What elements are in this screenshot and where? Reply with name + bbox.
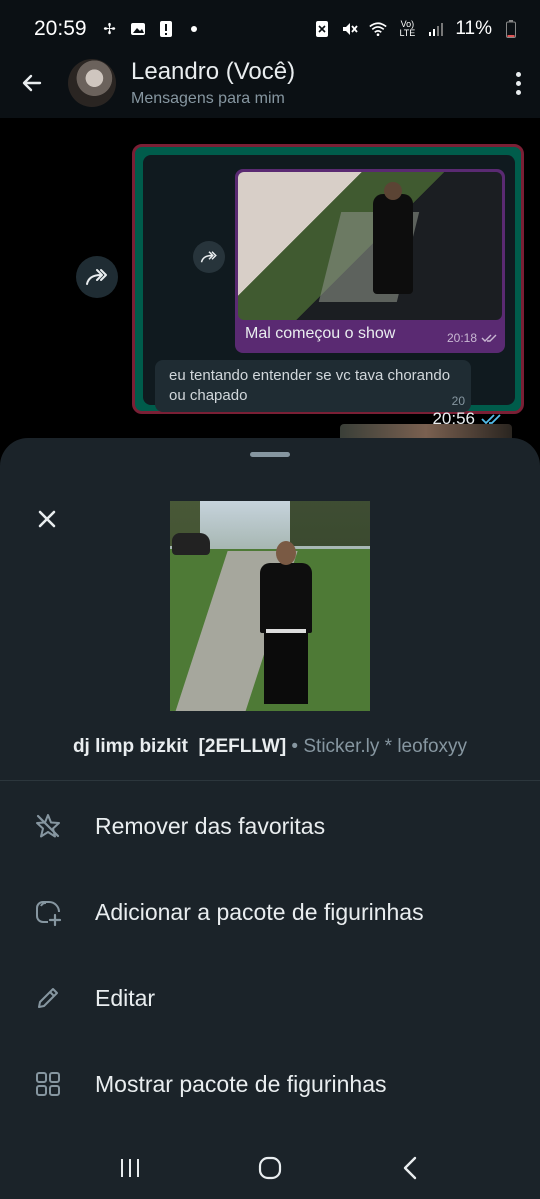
back-button[interactable] [0,51,64,115]
recents-icon [121,1158,139,1177]
inner-forward-button[interactable] [193,241,225,273]
double-check-icon [481,334,497,342]
sticker-preview [170,501,370,711]
dot-icon [185,20,203,38]
back-nav-button[interactable] [380,1143,440,1193]
arrow-left-icon [22,74,42,92]
quoted-image-message[interactable]: Mal começou o show 20:18 [235,169,505,353]
alert-icon [157,20,175,38]
chat-area: Mal começou o show 20:18 eu tentando ent… [0,118,540,448]
fan-icon: ✢ [103,21,116,38]
contact-subtitle: Mensagens para mim [131,90,285,107]
star-off-icon [0,783,95,869]
forward-button[interactable] [76,256,118,298]
more-vert-icon [515,71,521,77]
signal-icon [427,20,445,38]
selected-message-bubble[interactable]: Mal começou o show 20:18 eu tentando ent… [132,144,524,428]
quoted-time: 20:18 [447,331,497,345]
message-container: Mal começou o show 20:18 eu tentando ent… [143,155,515,412]
grid-icon [0,1041,95,1127]
close-icon [38,510,56,528]
quoted-caption: Mal começou o show [245,325,396,342]
nfc-icon [313,20,331,38]
recents-button[interactable] [100,1143,160,1193]
image-icon [129,20,147,38]
quoted-photo[interactable] [238,172,502,320]
contact-name: Leandro (Você) [131,58,296,85]
sticker-add-icon [0,869,95,955]
text-message[interactable]: eu tentando entender se vc tava chorando… [155,360,471,412]
volte-icon: Vo) LTE [399,19,416,38]
mute-icon [341,20,359,38]
status-left-icons: ✢ [101,20,203,38]
edit-item[interactable]: Editar [0,955,540,1041]
home-button[interactable] [240,1143,300,1193]
header-text[interactable]: Leandro (Você) Mensagens para mim [131,58,295,108]
sticker-pack-info: • Sticker.ly * leofoxyy [286,736,468,757]
drag-handle[interactable] [250,452,290,457]
sticker-title: dj limp bizkit [2EFLLW] • Sticker.ly * l… [0,736,540,758]
add-to-pack-label: Adicionar a pacote de figurinhas [95,898,424,925]
home-icon [258,1156,282,1179]
status-right: Vo) LTE 11% [313,18,520,40]
avatar[interactable] [68,59,116,107]
show-pack-item[interactable]: Mostrar pacote de figurinhas [0,1041,540,1127]
remove-favorite-item[interactable]: Remover das favoritas [0,783,540,869]
sticker-bottom-sheet: dj limp bizkit [2EFLLW] • Sticker.ly * l… [0,438,540,1136]
forward-icon [200,251,217,263]
pencil-icon [0,955,95,1041]
more-options-button[interactable] [496,51,540,115]
close-button[interactable] [30,502,64,536]
remove-favorite-label: Remover das favoritas [95,812,326,839]
wifi-icon [369,20,388,38]
add-to-pack-item[interactable]: Adicionar a pacote de figurinhas [0,869,540,955]
chat-header: Leandro (Você) Mensagens para mim [0,48,540,118]
show-pack-label: Mostrar pacote de figurinhas [95,1070,387,1097]
sticker-actions-list: Remover das favoritas Adicionar a pacote… [0,783,540,1127]
back-chevron-icon [403,1156,417,1179]
status-time: 20:59 [34,17,87,40]
sticker-name: dj limp bizkit [2EFLLW] [72,736,287,757]
message-time: 20 [451,394,465,408]
divider [0,780,540,781]
forward-icon [86,269,107,285]
edit-label: Editar [95,984,156,1011]
message-text: eu tentando entender se vc tava chorando… [169,367,451,404]
battery-icon [502,20,520,38]
system-nav-bar [0,1136,540,1199]
battery-percent: 11% [455,18,492,39]
